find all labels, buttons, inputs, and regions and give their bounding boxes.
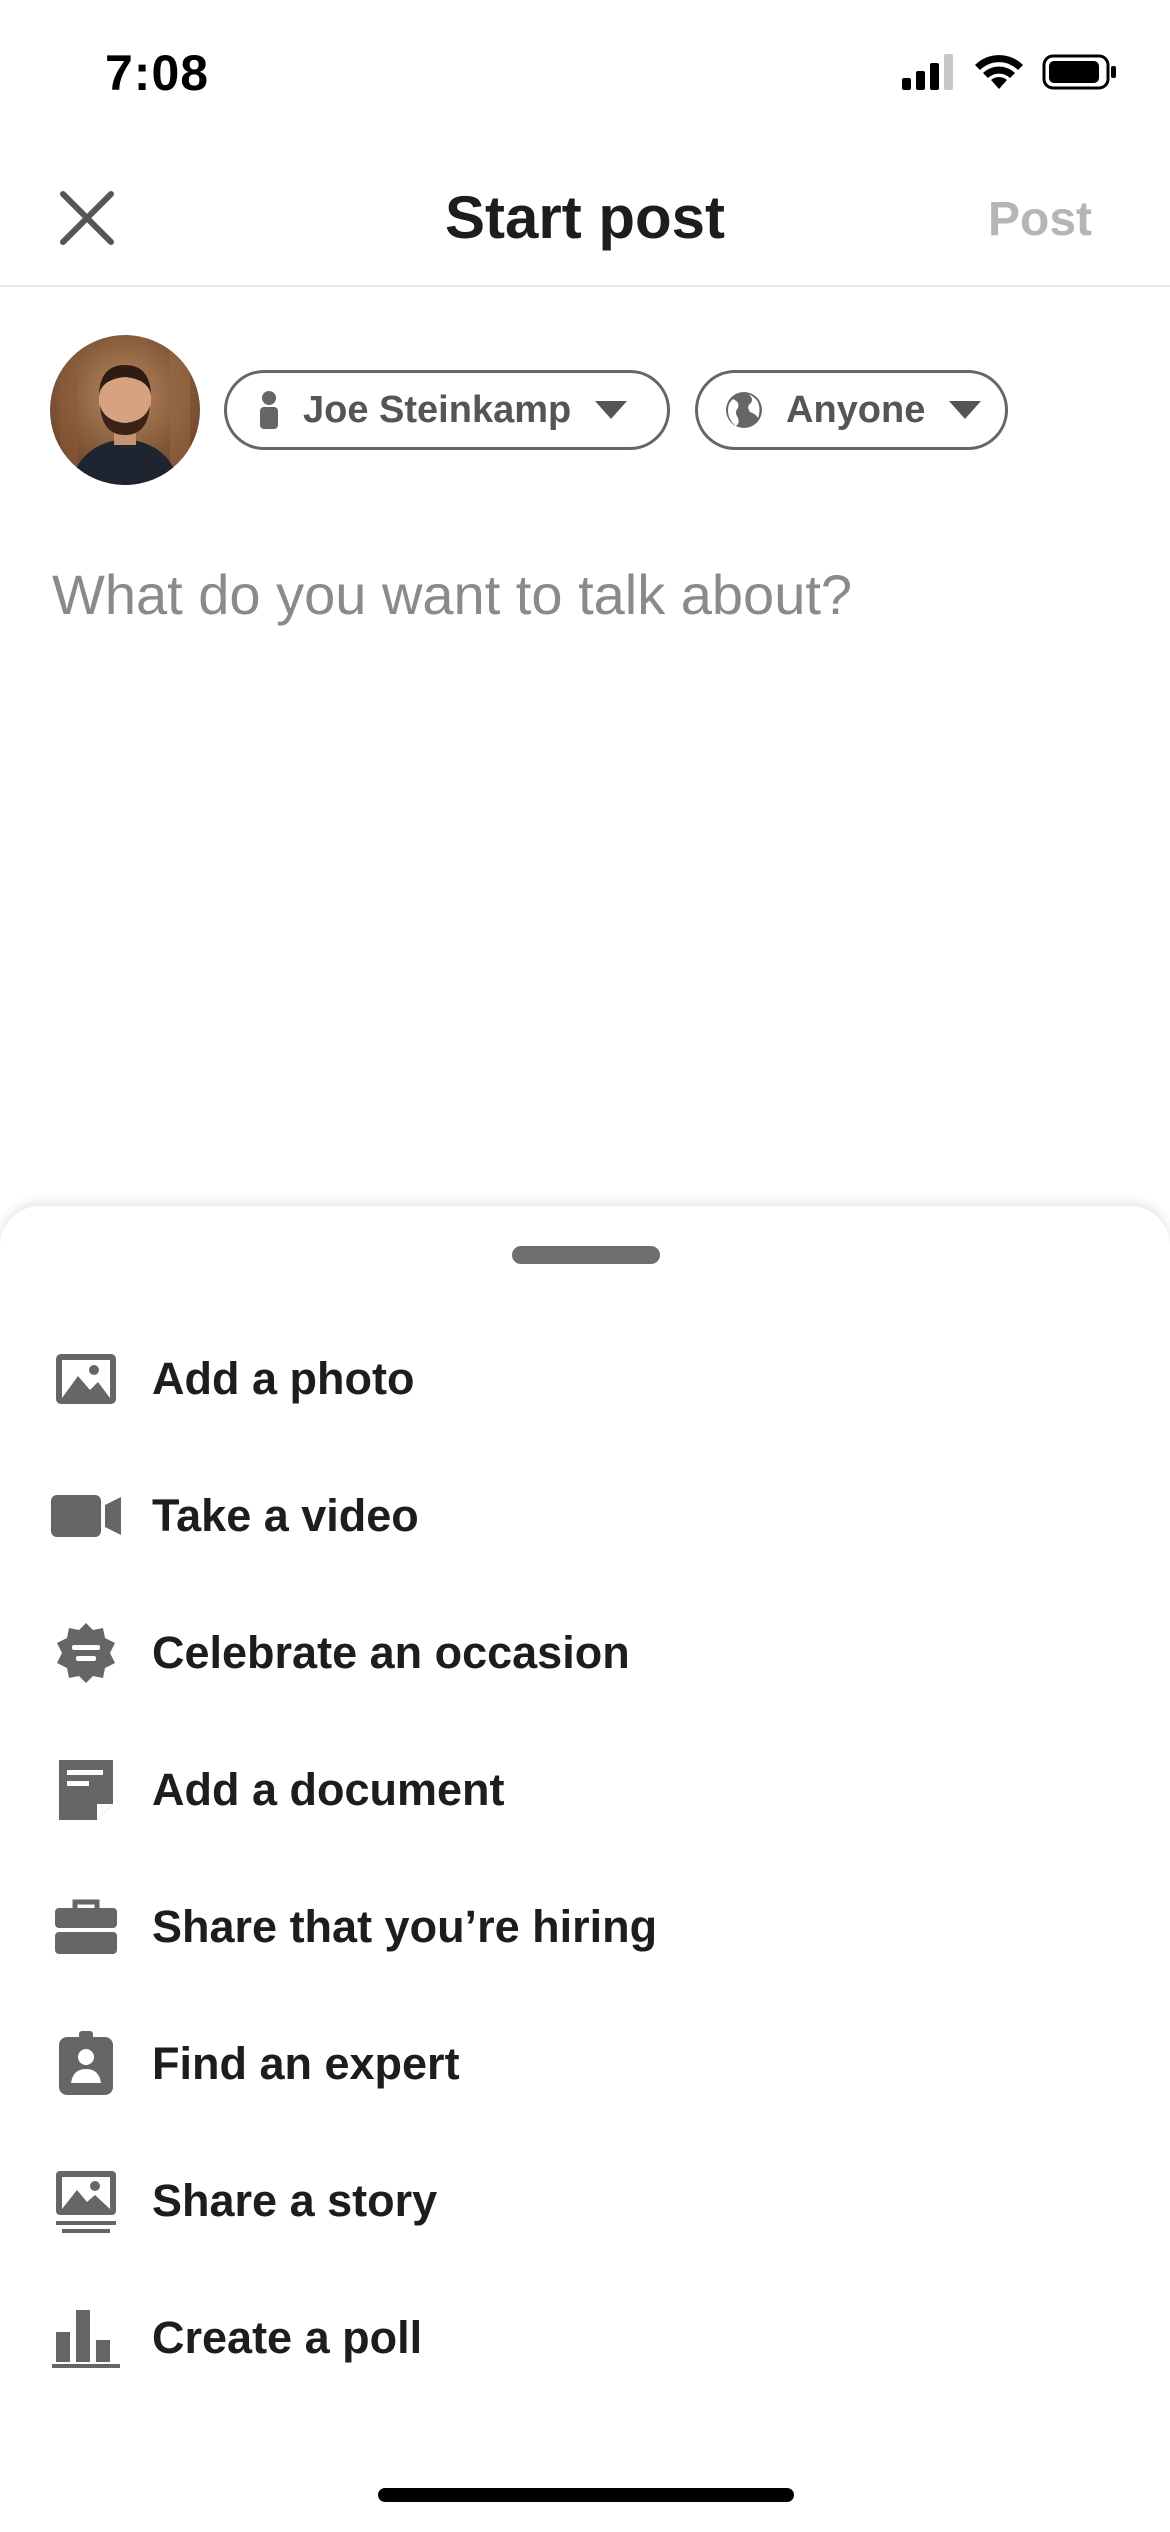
globe-icon	[724, 390, 764, 430]
action-sheet: Add a photo Take a video Celebrate an oc…	[0, 1206, 1170, 2532]
video-camera-icon	[50, 1480, 122, 1552]
celebrate-occasion-item[interactable]: Celebrate an occasion	[0, 1584, 1170, 1721]
avatar[interactable]	[50, 335, 200, 485]
drag-handle[interactable]	[512, 1246, 660, 1264]
person-icon	[257, 390, 281, 430]
expert-badge-icon	[50, 2028, 122, 2100]
author-selector[interactable]: Joe Steinkamp	[224, 370, 670, 450]
poll-chart-icon	[50, 2302, 122, 2374]
chevron-down-icon	[949, 401, 982, 419]
share-hiring-label: Share that you’re hiring	[152, 1900, 658, 1952]
celebration-badge-icon	[50, 1617, 122, 1689]
action-list: Add a photo Take a video Celebrate an oc…	[0, 1310, 1170, 2406]
home-indicator[interactable]	[378, 2488, 794, 2502]
header: Start post Post	[0, 150, 1170, 287]
author-name: Joe Steinkamp	[303, 388, 572, 431]
status-icons	[902, 50, 1118, 98]
take-video-label: Take a video	[152, 1489, 419, 1541]
visibility-label: Anyone	[786, 388, 926, 431]
cellular-signal-icon	[902, 53, 956, 95]
add-photo-item[interactable]: Add a photo	[0, 1310, 1170, 1447]
find-expert-label: Find an expert	[152, 2037, 460, 2089]
briefcase-icon	[50, 1891, 122, 1963]
celebrate-occasion-label: Celebrate an occasion	[152, 1626, 630, 1678]
post-button[interactable]: Post	[988, 185, 1092, 255]
visibility-selector[interactable]: Anyone	[695, 370, 1008, 450]
post-text-input[interactable]: What do you want to talk about?	[52, 560, 852, 630]
photo-icon	[50, 1343, 122, 1415]
create-poll-item[interactable]: Create a poll	[0, 2269, 1170, 2406]
add-document-item[interactable]: Add a document	[0, 1721, 1170, 1858]
share-story-item[interactable]: Share a story	[0, 2132, 1170, 2269]
create-poll-label: Create a poll	[152, 2311, 423, 2363]
chevron-down-icon	[595, 401, 628, 419]
add-photo-label: Add a photo	[152, 1352, 415, 1404]
wifi-icon	[974, 53, 1024, 96]
share-hiring-item[interactable]: Share that you’re hiring	[0, 1858, 1170, 1995]
take-video-item[interactable]: Take a video	[0, 1447, 1170, 1584]
story-icon	[50, 2165, 122, 2237]
status-time: 7:08	[105, 45, 210, 101]
share-story-label: Share a story	[152, 2174, 438, 2226]
document-icon	[50, 1754, 122, 1826]
add-document-label: Add a document	[152, 1763, 505, 1815]
find-expert-item[interactable]: Find an expert	[0, 1995, 1170, 2132]
battery-icon	[1042, 53, 1118, 96]
